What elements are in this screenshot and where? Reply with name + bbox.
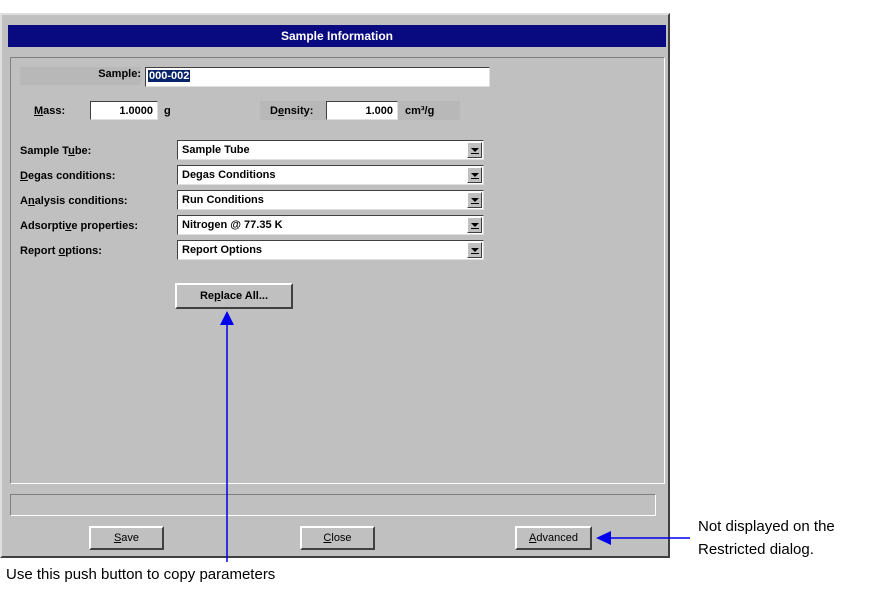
advanced-note-line1: Not displayed on the [698,518,835,535]
advanced-callout-arrow [596,531,690,545]
replace-note: Use this push button to copy parameters [6,566,276,583]
callout-arrows [220,311,690,562]
replace-callout-arrow [220,311,234,562]
advanced-note-line2: Restricted dialog. [698,541,814,558]
